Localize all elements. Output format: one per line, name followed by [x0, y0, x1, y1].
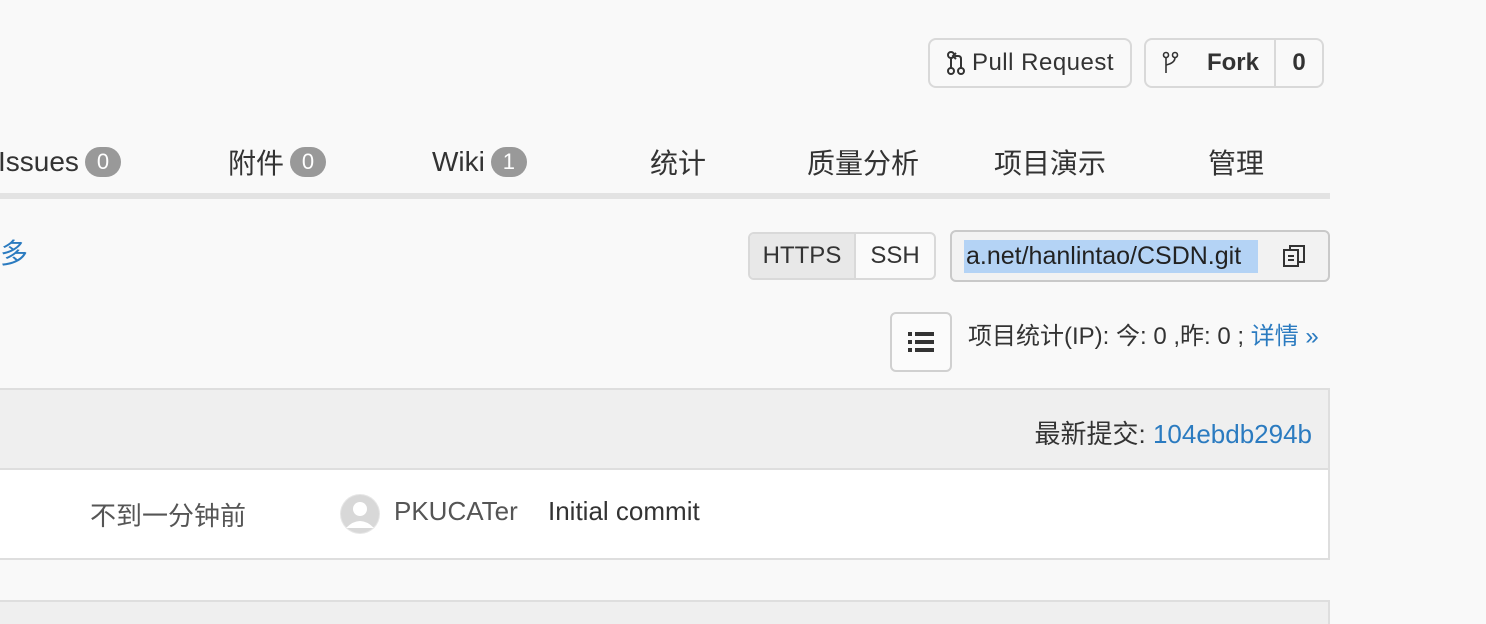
- commit-time: 不到一分钟前: [90, 501, 247, 531]
- ssh-button[interactable]: SSH: [856, 234, 934, 278]
- tab-label: 统计: [650, 148, 707, 179]
- list-icon: [908, 332, 934, 352]
- fork-label: Fork: [1206, 49, 1259, 76]
- https-button[interactable]: HTTPS: [750, 234, 856, 278]
- tabs-divider: [0, 193, 1330, 199]
- tab-statistics[interactable]: 统计: [650, 132, 706, 192]
- clone-protocol-switch: HTTPS SSH: [748, 232, 936, 280]
- stats-detail-link[interactable]: 详情 »: [1251, 323, 1319, 350]
- latest-commit: 最新提交: 104ebdb294b: [1034, 414, 1312, 451]
- latest-commit-label: 最新提交:: [1034, 419, 1153, 449]
- table-row: 不到一分钟前 PKUCATer Initial commit: [0, 470, 1330, 560]
- pull-request-icon: [946, 51, 965, 75]
- latest-commit-hash-link[interactable]: 104ebdb294b: [1153, 419, 1312, 449]
- tab-issues[interactable]: Issues 0: [0, 132, 121, 192]
- copy-icon[interactable]: [1282, 243, 1308, 269]
- project-ip-stats: 项目统计(IP): 今: 0 ,昨: 0 ; 详情 »: [968, 316, 1319, 351]
- tab-label: 质量分析: [807, 148, 920, 179]
- tab-label: Issues: [0, 146, 79, 177]
- user-avatar-icon: [341, 495, 379, 533]
- fork-count[interactable]: 0: [1276, 40, 1322, 86]
- tab-attachments[interactable]: 附件 0: [228, 132, 327, 192]
- file-list-panel: [0, 600, 1330, 624]
- tab-label: 管理: [1208, 148, 1265, 179]
- tab-label: 附件: [228, 148, 285, 179]
- more-link[interactable]: 更多: [0, 232, 28, 272]
- stats-label: 项目统计(IP): 今: 0 ,昨: 0 ;: [968, 323, 1251, 350]
- project-nav-tabs: Issues 0 附件 0 Wiki 1 统计 质量分析 项目演示 管理: [0, 132, 1330, 194]
- pull-request-label: Pull Request: [971, 49, 1115, 76]
- commit-author-link[interactable]: PKUCATer: [394, 496, 518, 527]
- page: Pull Request Fork 0 Issues 0 附件 0 Wiki 1: [0, 0, 1486, 624]
- avatar[interactable]: [340, 494, 380, 534]
- fork-button-group: Fork 0: [1144, 38, 1324, 88]
- tab-label: Wiki: [432, 146, 485, 177]
- clone-url-field[interactable]: a.net/hanlintao/CSDN.git: [950, 230, 1330, 282]
- pull-request-button[interactable]: Pull Request: [928, 38, 1132, 88]
- wiki-count-badge: 1: [490, 147, 527, 177]
- attachments-count-badge: 0: [290, 147, 327, 177]
- fork-button[interactable]: Fork: [1146, 40, 1276, 86]
- tab-wiki[interactable]: Wiki 1: [432, 132, 527, 192]
- latest-commit-header: 最新提交: 104ebdb294b: [0, 388, 1330, 470]
- fork-icon: [1162, 51, 1179, 73]
- tab-manage[interactable]: 管理: [1208, 132, 1264, 192]
- tab-quality-analysis[interactable]: 质量分析: [807, 132, 919, 192]
- tab-label: 项目演示: [994, 148, 1107, 179]
- clone-url-text[interactable]: a.net/hanlintao/CSDN.git: [964, 239, 1258, 273]
- file-list-toggle-button[interactable]: [890, 312, 952, 372]
- issues-count-badge: 0: [84, 147, 121, 177]
- tab-project-demo[interactable]: 项目演示: [994, 132, 1106, 192]
- commit-message-link[interactable]: Initial commit: [548, 496, 700, 527]
